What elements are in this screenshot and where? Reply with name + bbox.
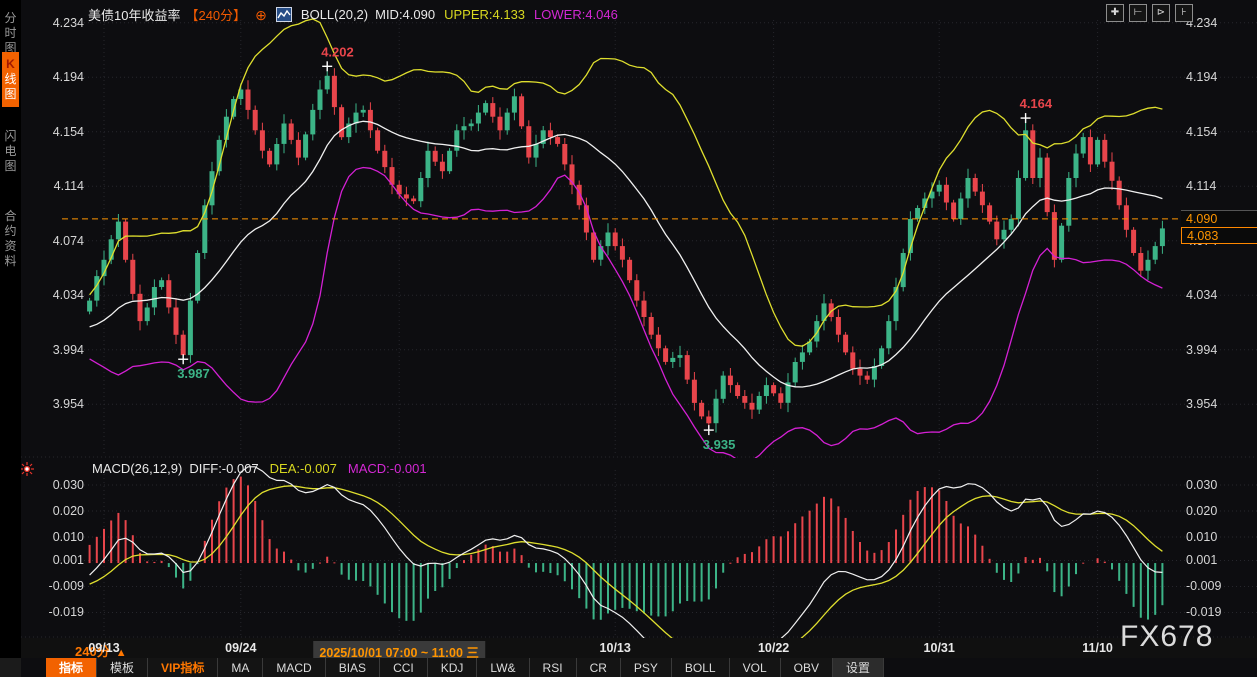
macd-axis-label: -0.009 (28, 579, 84, 593)
window-controls: ✚ ⊢ ⊳ ⊦ (1106, 4, 1193, 22)
add-indicator-icon[interactable]: ⊕ (255, 8, 267, 22)
price-axis-label: 3.994 (1186, 343, 1217, 357)
macd-axis-label: -0.009 (1186, 579, 1221, 593)
macd-header: MACD(26,12,9) DIFF:-0.007 DEA:-0.007 MAC… (92, 461, 427, 476)
sidebar-item-合约资料[interactable]: 合约资料 (2, 204, 19, 274)
toolbar-button-CR[interactable]: CR (577, 658, 621, 677)
boll-lower-value: LOWER:4.046 (534, 7, 618, 22)
price-axis-label: 4.194 (1186, 70, 1217, 84)
price-axis-label: 4.034 (1186, 288, 1217, 302)
toolbar-corner (0, 658, 21, 677)
macd-diff-value: DIFF:-0.007 (189, 461, 258, 476)
date-tick-label: 10/22 (758, 641, 789, 655)
toolbar-button-VOL[interactable]: VOL (730, 658, 781, 677)
date-tick-label: 10/13 (600, 641, 631, 655)
macd-axis-label: 0.010 (28, 530, 84, 544)
macd-axis-label: 0.030 (28, 478, 84, 492)
price-axis-label: 4.154 (1186, 125, 1217, 139)
toolbar-button-模板[interactable]: 模板 (97, 658, 148, 677)
toolbar-button-BOLL[interactable]: BOLL (672, 658, 730, 677)
boll-label: BOLL(20,2) (301, 7, 368, 22)
toolbar-button-指标[interactable]: 指标 (46, 658, 97, 677)
date-tick-label: 10/31 (924, 641, 955, 655)
svg-text:3.987: 3.987 (177, 366, 210, 381)
macd-axis-label: 0.020 (1186, 504, 1217, 518)
toolbar-button-BIAS[interactable]: BIAS (326, 658, 380, 677)
macd-axis-label: 0.001 (28, 553, 84, 567)
svg-text:4.202: 4.202 (321, 44, 354, 59)
toolbar-button-LW&[interactable]: LW& (477, 658, 529, 677)
chart-window: 4.2024.1643.9873.935 分时图K线图闪电图合约资料 美债10年… (0, 0, 1257, 677)
price-axis-label: 4.234 (28, 16, 84, 30)
macd-name: MACD(26,12,9) (92, 461, 182, 476)
toolbar-button-MA[interactable]: MA (218, 658, 263, 677)
toolbar-button-RSI[interactable]: RSI (530, 658, 577, 677)
toolbar-button-PSY[interactable]: PSY (621, 658, 672, 677)
price-axis-label: 3.994 (28, 343, 84, 357)
toolbar-button-KDJ[interactable]: KDJ (428, 658, 478, 677)
date-tick-label: 09/13 (88, 641, 119, 655)
price-axis-label: 3.954 (28, 397, 84, 411)
price-axis-label: 4.114 (28, 179, 84, 193)
toolbar-button-VIP指标[interactable]: VIP指标 (148, 658, 218, 677)
toolbar-button-设置[interactable]: 设置 (833, 658, 884, 677)
chart-style-icon[interactable] (276, 7, 292, 22)
chart-header: 美债10年收益率 【240分】 ⊕ BOLL(20,2) MID:4.090 U… (88, 5, 618, 24)
axis-zoom-in-icon[interactable]: ⊢ (1129, 4, 1147, 22)
boll-upper-value: UPPER:4.133 (444, 7, 525, 22)
macd-axis-label: 0.001 (1186, 553, 1217, 567)
price-axis-label: 4.114 (1186, 179, 1216, 193)
alert-icon[interactable] (19, 461, 35, 482)
instrument-title: 美债10年收益率 (88, 5, 180, 24)
macd-axis-label: 0.010 (1186, 530, 1217, 544)
price-axis-label: 4.074 (28, 234, 84, 248)
sidebar-item-K线图[interactable]: K线图 (2, 52, 19, 107)
macd-macd-value: MACD:-0.001 (348, 461, 427, 476)
svg-text:4.164: 4.164 (1020, 96, 1053, 111)
crosshair-icon[interactable]: ✚ (1106, 4, 1124, 22)
sidebar: 分时图K线图闪电图合约资料 (0, 0, 21, 677)
axis-zoom-out-icon[interactable]: ⊳ (1152, 4, 1170, 22)
macd-axis-label: 0.020 (28, 504, 84, 518)
macd-axis-label: -0.019 (28, 605, 84, 619)
macd-dea-value: DEA:-0.007 (270, 461, 337, 476)
toolbar-button-OBV[interactable]: OBV (781, 658, 833, 677)
toolbar-button-CCI[interactable]: CCI (380, 658, 428, 677)
watermark: FX678 (1120, 620, 1213, 654)
macd-axis-label: -0.019 (1186, 605, 1221, 619)
pan-right-icon[interactable]: ⊦ (1175, 4, 1193, 22)
period-tag: 【240分】 (185, 5, 246, 24)
boll-mid-value: MID:4.090 (375, 7, 435, 22)
mid-price-tag: 4.090 (1181, 210, 1257, 227)
price-axis-label: 4.194 (28, 70, 84, 84)
indicator-toolbar: 指标模板VIP指标MAMACDBIASCCIKDJLW&RSICRPSYBOLL… (46, 658, 884, 677)
chart-canvas[interactable]: 4.202 4.164 3.987 3.935 (0, 0, 1257, 677)
last-price-tag: 4.083 (1181, 227, 1257, 244)
price-axis-label: 4.154 (28, 125, 84, 139)
time-axis[interactable] (21, 638, 1257, 658)
svg-text:3.935: 3.935 (703, 437, 736, 452)
price-axis-label: 4.034 (28, 288, 84, 302)
sidebar-item-闪电图[interactable]: 闪电图 (2, 124, 19, 179)
date-tick-label: 09/24 (225, 641, 256, 655)
date-tick-label: 11/10 (1082, 641, 1113, 655)
price-axis-label: 3.954 (1186, 397, 1217, 411)
macd-axis-label: 0.030 (1186, 478, 1217, 492)
toolbar-button-MACD[interactable]: MACD (263, 658, 325, 677)
